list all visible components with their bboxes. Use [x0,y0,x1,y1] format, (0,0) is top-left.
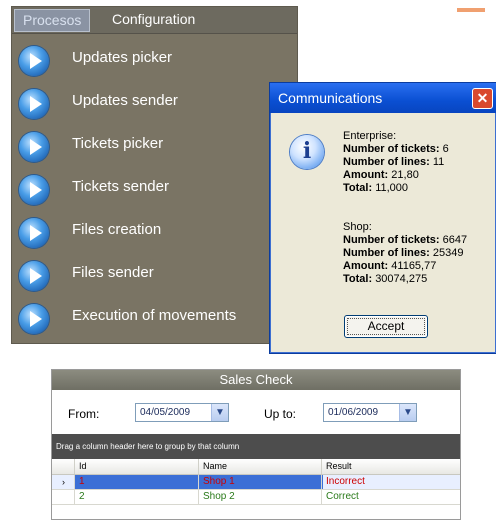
from-date-select[interactable]: 04/05/2009 ▼ [135,403,229,422]
process-item-updates-picker[interactable]: Updates picker [12,40,297,80]
chevron-down-icon[interactable]: ▼ [399,404,416,421]
from-date-value: 04/05/2009 [140,407,191,418]
play-icon [19,132,49,162]
process-item-label: Tickets picker [72,135,164,152]
shop-tickets: Number of tickets: 6647 [343,234,467,246]
accept-button[interactable]: Accept [344,315,428,338]
decorative-bar [457,8,485,12]
process-item-files-creation[interactable]: Files creation [12,212,297,252]
cell-id[interactable]: 1 [74,475,199,489]
process-item-label: Files creation [72,221,162,238]
communications-dialog: Communications ✕ i Enterprise: Number of… [269,82,496,354]
menu-bar: Procesos Configuration [12,7,297,34]
play-icon [19,304,49,334]
shop-lines-value: 25349 [432,247,464,259]
shop-amount-label: Amount: [343,260,389,272]
play-icon [19,46,49,76]
process-item-execution-of-movements[interactable]: Execution of movements [12,298,297,338]
enterprise-total-label: Total: [343,182,373,194]
enterprise-tickets: Number of tickets: 6 [343,143,449,155]
cell-id[interactable]: 2 [74,490,199,504]
column-header-id[interactable]: Id [74,459,199,474]
shop-tickets-label: Number of tickets: [343,234,440,246]
play-icon [19,261,49,291]
sales-check-window: Sales Check From: 04/05/2009 ▼ Up to: 01… [51,369,461,520]
enterprise-header: Enterprise: [343,130,397,142]
enterprise-tickets-value: 6 [442,143,449,155]
cell-name[interactable]: Shop 2 [198,490,323,504]
enterprise-amount-label: Amount: [343,169,389,181]
enterprise-total: Total: 11,000 [343,182,408,194]
process-item-label: Tickets sender [72,178,169,195]
process-item-label: Execution of movements [72,307,237,324]
column-header-result[interactable]: Result [321,459,452,474]
group-hint: Drag a column header here to group by th… [56,442,240,451]
process-item-tickets-picker[interactable]: Tickets picker [12,126,297,166]
grid-header: Id Name Result [52,459,460,475]
shop-tickets-value: 6647 [442,234,468,246]
shop-amount-value: 41165,77 [391,260,437,272]
process-item-label: Updates sender [72,92,178,109]
sales-check-title: Sales Check [52,370,460,390]
cell-result[interactable]: Correct [321,490,452,504]
close-icon[interactable]: ✕ [472,88,493,109]
shop-lines-label: Number of lines: [343,247,430,259]
shop-total-value: 30074,275 [375,273,428,285]
shop-total-label: Total: [343,273,373,285]
enterprise-lines-value: 11 [432,156,445,168]
upto-date-select[interactable]: 01/06/2009 ▼ [323,403,417,422]
dialog-title-bar: Communications ✕ [270,83,496,113]
play-icon [19,89,49,119]
sales-grid: Id Name Result › 1 Shop 1 Incorrect 2 Sh… [52,459,460,519]
play-icon [19,218,49,248]
process-item-files-sender[interactable]: Files sender [12,255,297,295]
tab-configuration[interactable]: Configuration [104,9,203,30]
from-label: From: [68,407,100,421]
enterprise-amount-value: 21,80 [391,169,419,181]
tab-procesos[interactable]: Procesos [14,9,91,32]
info-icon: i [290,135,324,169]
enterprise-lines-label: Number of lines: [343,156,430,168]
cell-result[interactable]: Incorrect [321,475,452,489]
enterprise-total-value: 11,000 [375,182,409,194]
enterprise-lines: Number of lines: 11 [343,156,444,168]
column-header-name[interactable]: Name [198,459,323,474]
enterprise-tickets-label: Number of tickets: [343,143,440,155]
upto-label: Up to: [264,407,297,421]
table-row[interactable]: › 1 Shop 1 Incorrect [52,475,460,490]
upto-date-value: 01/06/2009 [328,407,379,418]
process-item-label: Updates picker [72,49,173,66]
process-menu-window: Procesos Configuration Updates picker Up… [11,6,298,344]
table-row[interactable]: 2 Shop 2 Correct [52,490,460,505]
chevron-down-icon[interactable]: ▼ [211,404,228,421]
shop-header: Shop: [343,221,372,233]
shop-total: Total: 30074,275 [343,273,427,285]
enterprise-amount: Amount: 21,80 [343,169,419,181]
process-item-label: Files sender [72,264,154,281]
shop-lines: Number of lines: 25349 [343,247,463,259]
play-icon [19,175,49,205]
cell-name[interactable]: Shop 1 [198,475,323,489]
process-item-tickets-sender[interactable]: Tickets sender [12,169,297,209]
process-item-updates-sender[interactable]: Updates sender [12,83,297,123]
row-indicator-icon: › [62,477,65,487]
dialog-title: Communications [278,90,383,106]
group-by-panel[interactable]: Drag a column header here to group by th… [52,434,460,459]
shop-amount: Amount: 41165,77 [343,260,436,272]
